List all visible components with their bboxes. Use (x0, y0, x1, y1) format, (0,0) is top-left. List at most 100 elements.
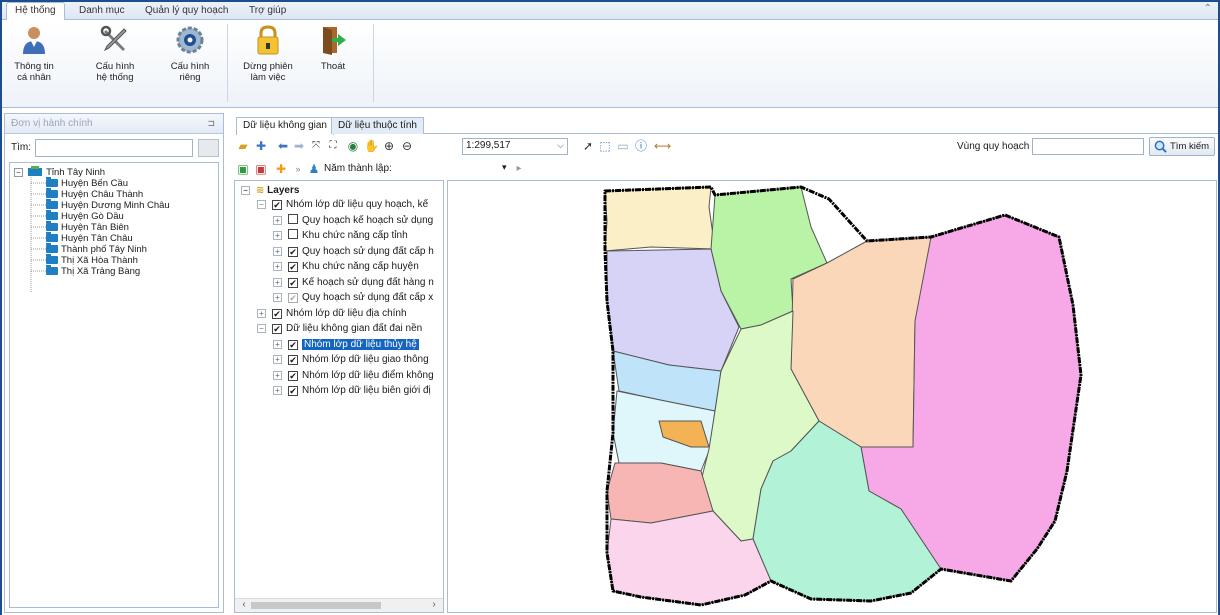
layer-checkbox[interactable]: ✔ (288, 246, 298, 257)
map-view[interactable] (447, 180, 1217, 613)
tree-item-trang-bang[interactable]: Thị Xã Trảng Bàng (46, 265, 140, 277)
scroll-thumb[interactable] (251, 602, 381, 609)
expand-icon[interactable]: + (273, 355, 282, 364)
scale-select[interactable]: 1:299,517 ⌵ (462, 138, 568, 155)
tree-root-tay-ninh[interactable]: − Tỉnh Tây Ninh (14, 166, 105, 178)
layer-item[interactable]: + ✔ Nhóm lớp dữ liệu thủy hệ (273, 338, 419, 351)
expand-icon[interactable]: + (273, 262, 282, 271)
layer-checkbox[interactable]: ✔ (288, 277, 298, 288)
layer-checkbox[interactable]: ✔ (272, 324, 282, 334)
info-icon[interactable]: ⓘ (634, 139, 648, 153)
expand-icon[interactable]: + (273, 293, 282, 302)
collapse-icon[interactable]: − (241, 186, 250, 195)
layer-item[interactable]: + Quy hoạch kế hoạch sử dụng (273, 213, 433, 227)
planning-zone-input[interactable] (1032, 138, 1144, 155)
tree-item-chau-thanh[interactable]: Huyện Châu Thành (46, 188, 143, 200)
tree-item-go-dau[interactable]: Huyện Gò Dầu (46, 210, 124, 222)
collapse-icon[interactable]: − (257, 200, 266, 209)
layer-checkbox[interactable]: ✔ (272, 308, 282, 319)
admin-search-input[interactable] (35, 139, 193, 157)
layer-checkbox[interactable] (288, 213, 298, 224)
tab-he-thong[interactable]: Hệ thống (6, 2, 65, 21)
search-button[interactable]: Tìm kiếm (1149, 137, 1215, 156)
scroll-left-icon[interactable]: ‹ (237, 599, 251, 612)
expand-icon[interactable]: + (273, 231, 282, 240)
profile-button[interactable]: Thông tin cá nhân (14, 24, 54, 83)
expand-icon[interactable]: + (273, 215, 282, 225)
layer-checkbox[interactable]: ✔ (288, 339, 298, 350)
tab-tro-giup[interactable]: Trợ giúp (241, 3, 294, 20)
pin-icon[interactable]: ⊐ (207, 118, 215, 129)
admin-search-button[interactable] (198, 139, 219, 157)
open-folder-icon[interactable]: ▰ (236, 139, 250, 153)
layer-checkbox[interactable]: ✔ (288, 386, 298, 396)
layer-item[interactable]: − ✔ Nhóm lớp dữ liệu quy hoạch, kế (257, 198, 428, 211)
tree-item-tan-bien[interactable]: Huyện Tân Biên (46, 221, 129, 233)
pan-hand-icon[interactable]: ✋ (364, 139, 379, 153)
measure-icon[interactable]: ⟷ (654, 139, 671, 153)
layer-item[interactable]: + ✔ Nhóm lớp dữ liệu giao thông (273, 353, 429, 366)
layer-checkbox[interactable] (288, 229, 298, 239)
expand-icon[interactable]: + (257, 308, 266, 318)
layer-label: Nhóm lớp dữ liệu điểm không (302, 369, 434, 381)
layer-remove-icon[interactable]: ▣ (254, 162, 268, 176)
user-icon (23, 27, 45, 54)
layer-checkbox[interactable]: ✔ (288, 262, 298, 272)
collapse-icon[interactable]: − (14, 168, 23, 177)
tree-item-tp-tay-ninh[interactable]: Thành phố Tây Ninh (46, 243, 147, 255)
chevron-down-icon: ⌵ (557, 140, 564, 150)
plus-square-icon[interactable]: ✚ (274, 162, 288, 176)
zoom-full-icon[interactable]: ⤧ (309, 139, 323, 153)
collapse-icon[interactable]: − (257, 324, 266, 333)
scroll-right-icon[interactable]: › (427, 599, 441, 612)
globe-icon[interactable]: ◉ (346, 139, 360, 153)
tree-item-tan-chau[interactable]: Huyện Tân Châu (46, 232, 133, 244)
private-config-button[interactable]: Cấu hình riêng (168, 24, 212, 83)
layer-item[interactable]: + ✔ Kế hoạch sử dụng đất hàng n (273, 276, 434, 289)
layers-root[interactable]: − ≋ Layers (241, 184, 299, 197)
forward-arrow-icon[interactable]: ➡ (292, 139, 306, 153)
layer-item[interactable]: + ✔ Khu chức năng cấp huyện (273, 260, 419, 273)
tree-item-hoa-thanh[interactable]: Thị Xã Hòa Thành (46, 254, 138, 266)
zoom-in-icon[interactable]: ⊕ (382, 139, 396, 153)
expand-icon[interactable]: + (273, 370, 282, 380)
select-cursor-icon[interactable]: ➚ (581, 139, 595, 153)
exit-button[interactable]: Thoát (316, 24, 350, 72)
ribbon-collapse-icon[interactable]: ⌃ (1204, 3, 1212, 14)
tab-spatial-data[interactable]: Dữ liệu không gian (236, 117, 334, 135)
add-layer-icon[interactable]: ✚ (254, 139, 268, 153)
layer-item[interactable]: + ✔ Nhóm lớp dữ liệu địa chính (257, 307, 407, 320)
tab-attribute-data[interactable]: Dữ liệu thuộc tính (331, 117, 424, 134)
apply-filter-icon[interactable]: ▸ (512, 162, 526, 176)
expand-icon[interactable]: + (273, 277, 282, 287)
layer-checkbox[interactable]: ✔ (288, 293, 298, 303)
expand-icon[interactable]: + (273, 386, 282, 395)
end-session-button[interactable]: Dừng phiên làm việc (241, 24, 295, 83)
system-config-button[interactable]: Cấu hình hệ thống (93, 24, 137, 83)
double-chevron-icon[interactable]: » (291, 162, 305, 176)
layer-add-icon[interactable]: ▣ (236, 162, 250, 176)
layer-item[interactable]: + ✔ Quy hoạch sử dụng đất cấp x (273, 291, 433, 304)
tree-item-duong-minh-chau[interactable]: Huyện Dương Minh Châu (46, 199, 170, 211)
zoom-out-icon[interactable]: ⊖ (400, 139, 414, 153)
tab-quan-ly-quy-hoach[interactable]: Quản lý quy hoạch (137, 3, 236, 20)
layer-checkbox[interactable]: ✔ (272, 200, 282, 210)
year-dropdown-icon[interactable]: ▾ (502, 162, 507, 173)
province-map[interactable] (448, 181, 1217, 613)
layer-item[interactable]: − ✔ Dữ liệu không gian đất đai nền (257, 322, 422, 335)
layer-item[interactable]: + ✔ Quy hoạch sử dụng đất cấp h (273, 245, 434, 258)
horizontal-scrollbar[interactable]: ‹ › (235, 598, 443, 612)
layer-item[interactable]: + ✔ Nhóm lớp dữ liệu biên giới đị (273, 384, 431, 397)
layer-item[interactable]: + Khu chức năng cấp tỉnh (273, 229, 408, 242)
tree-item-ben-cau[interactable]: Huyện Bến Cầu (46, 177, 128, 189)
clear-selection-icon[interactable]: ▭ (616, 139, 630, 153)
expand-icon[interactable]: + (273, 339, 282, 349)
select-feature-icon[interactable]: ⬚ (598, 139, 612, 153)
zoom-extent-icon[interactable]: ⛶ (326, 139, 340, 153)
tab-danh-muc[interactable]: Danh mục (71, 3, 133, 20)
layer-item[interactable]: + ✔ Nhóm lớp dữ liệu điểm không (273, 369, 434, 382)
expand-icon[interactable]: + (273, 246, 282, 256)
layer-checkbox[interactable]: ✔ (288, 370, 298, 381)
layer-checkbox[interactable]: ✔ (288, 355, 298, 365)
back-arrow-icon[interactable]: ⬅ (276, 139, 290, 153)
